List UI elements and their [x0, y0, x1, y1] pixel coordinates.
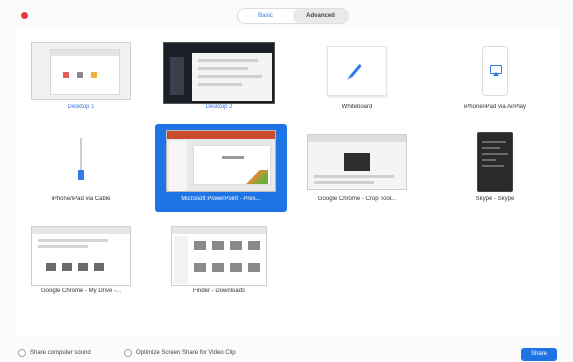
desktop-1-thumbnail: [31, 42, 131, 100]
optimize-video-checkbox[interactable]: Optimize Screen Share for Video Clip: [124, 348, 236, 358]
source-tile-chrome-crop[interactable]: Google Chrome - Crop Tool...: [291, 124, 423, 212]
close-window-button[interactable]: [21, 12, 28, 19]
skype-thumbnail: [477, 132, 513, 192]
iphone-thumbnail: [482, 46, 508, 96]
airplay-icon: [490, 65, 502, 76]
share-button[interactable]: Share: [521, 348, 557, 361]
share-mode-tabs: Basic Advanced: [237, 8, 349, 24]
share-footer: Share computer sound Optimize Screen Sha…: [0, 342, 573, 362]
source-tile-iphone-airplay[interactable]: iPhone/iPad via AirPlay: [429, 32, 561, 120]
source-tile-desktop-1[interactable]: Desktop 1: [15, 32, 147, 120]
title-bar: Basic Advanced: [0, 0, 573, 30]
whiteboard-thumbnail: [327, 46, 387, 96]
powerpoint-thumbnail: [166, 130, 276, 192]
tab-advanced[interactable]: Advanced: [293, 9, 348, 23]
source-tile-desktop-2[interactable]: Desktop 2: [153, 32, 285, 120]
source-tile-iphone-cable[interactable]: iPhone/iPad via Cable: [15, 124, 147, 212]
share-sound-checkbox[interactable]: Share computer sound: [18, 348, 91, 358]
source-label: iPhone/iPad via Cable: [51, 196, 111, 202]
tab-basic[interactable]: Basic: [238, 9, 293, 23]
checkbox-icon: [124, 349, 132, 357]
share-source-grid: Desktop 1 Desktop 2 Whiteboard iPhone/iP…: [15, 30, 560, 335]
source-label: Skype - Skype: [475, 196, 515, 202]
chrome-drive-thumbnail: [31, 226, 131, 286]
checkbox-icon: [18, 349, 26, 357]
source-label: Finder - Downloads: [192, 288, 246, 294]
source-tile-chrome-drive[interactable]: Google Chrome - My Drive -...: [15, 216, 147, 304]
source-tile-powerpoint[interactable]: Microsoft PowerPoint - Pres...: [155, 124, 287, 212]
cable-icon: [75, 138, 87, 188]
finder-thumbnail: [171, 226, 267, 286]
source-tile-skype[interactable]: Skype - Skype: [429, 124, 561, 212]
chrome-crop-thumbnail: [307, 134, 407, 190]
optimize-video-label: Optimize Screen Share for Video Clip: [136, 350, 236, 356]
source-label: Google Chrome - My Drive -...: [40, 288, 122, 294]
pen-icon: [349, 63, 362, 79]
share-sound-label: Share computer sound: [30, 350, 91, 356]
share-screen-window: Basic Advanced Desktop 1 Desktop 2 White…: [0, 0, 573, 362]
source-label: Desktop 2: [205, 104, 233, 110]
source-label: Microsoft PowerPoint - Pres...: [181, 196, 261, 202]
source-label: Google Chrome - Crop Tool...: [317, 196, 397, 202]
desktop-2-thumbnail: [163, 42, 275, 104]
source-label: iPhone/iPad via AirPlay: [463, 104, 527, 110]
source-label: Whiteboard: [341, 104, 373, 110]
source-tile-finder[interactable]: Finder - Downloads: [153, 216, 285, 304]
source-tile-whiteboard[interactable]: Whiteboard: [291, 32, 423, 120]
source-label: Desktop 1: [67, 104, 95, 110]
